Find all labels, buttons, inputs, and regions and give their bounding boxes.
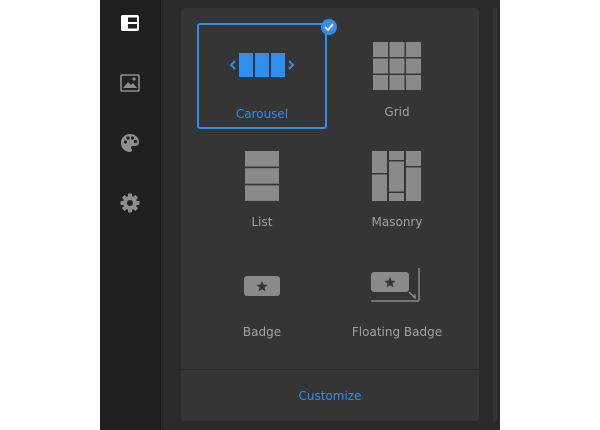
grid-icon: [373, 42, 421, 90]
layout-label-carousel: Carousel: [235, 107, 289, 121]
sidebar-item-palette[interactable]: [115, 128, 145, 158]
layout-option-list[interactable]: List: [197, 133, 327, 239]
carousel-icon: [230, 53, 294, 77]
palette-icon: [121, 134, 139, 152]
scrollbar-track[interactable]: [493, 8, 497, 421]
layout-panel: Carousel Grid List Masonry Badge Floatin…: [181, 8, 479, 421]
customize-button[interactable]: Customize: [181, 370, 479, 421]
layout-option-carousel[interactable]: Carousel: [197, 19, 337, 129]
sidebar: [100, 0, 161, 430]
layout-label-masonry: Masonry: [371, 215, 423, 229]
image-icon: [120, 74, 140, 92]
layout-option-badge[interactable]: Badge: [197, 243, 327, 349]
layout-icon: [121, 15, 139, 31]
layout-option-masonry[interactable]: Masonry: [332, 133, 462, 239]
layout-label-grid: Grid: [384, 105, 410, 119]
layout-option-grid[interactable]: Grid: [332, 23, 462, 129]
gear-icon: [120, 193, 140, 213]
layout-label-floating-badge: Floating Badge: [351, 325, 443, 339]
layout-option-floating-badge[interactable]: Floating Badge: [332, 243, 462, 349]
sidebar-item-image[interactable]: [115, 68, 145, 98]
floating-badge-icon: [371, 268, 420, 302]
main-area: Carousel Grid List Masonry Badge Floatin…: [161, 0, 500, 430]
sidebar-item-layout[interactable]: [115, 8, 145, 38]
layout-label-badge: Badge: [242, 325, 282, 339]
layout-label-list: List: [251, 215, 273, 229]
sidebar-item-settings[interactable]: [115, 188, 145, 218]
badge-icon: [244, 276, 280, 296]
app-window: Carousel Grid List Masonry Badge Floatin…: [100, 0, 500, 430]
list-icon: [245, 151, 279, 201]
masonry-icon: [372, 151, 421, 201]
